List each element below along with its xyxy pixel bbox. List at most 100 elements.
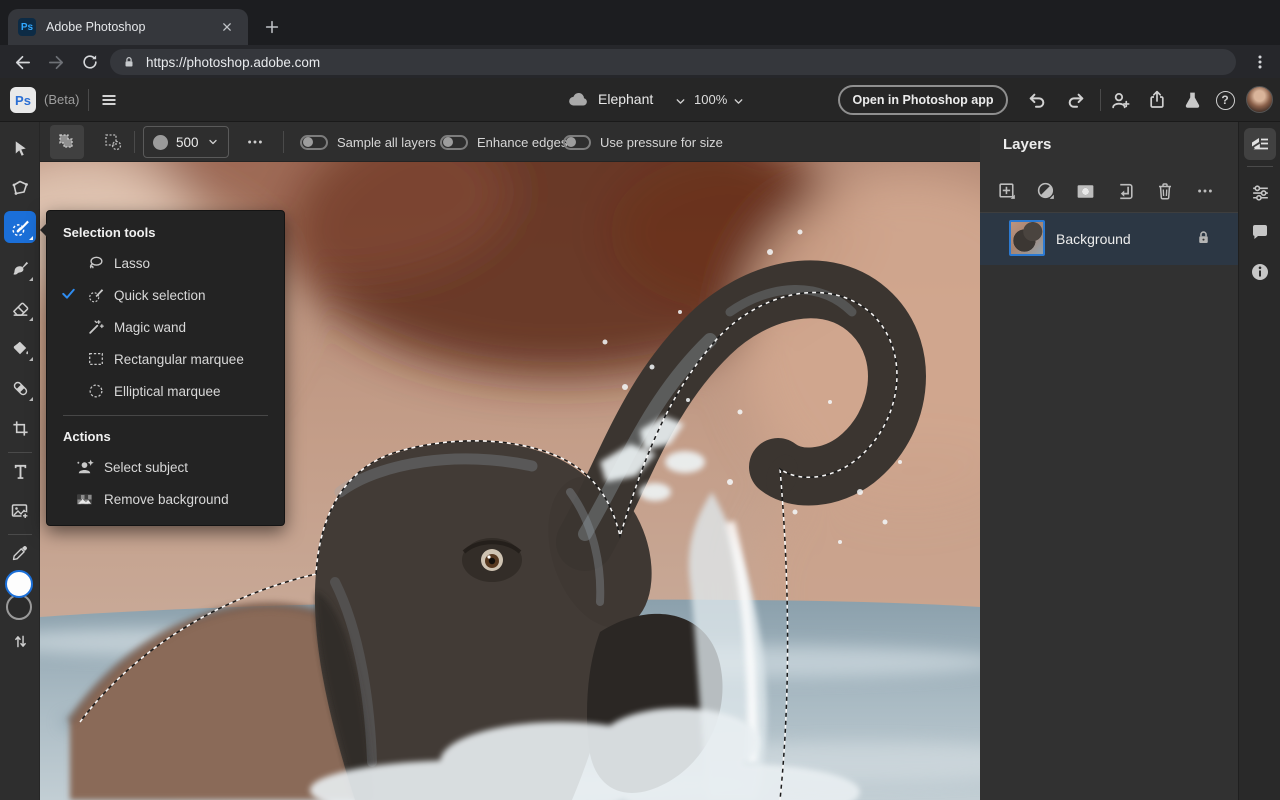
brush-tool[interactable] xyxy=(4,252,36,284)
document-name[interactable]: Elephant xyxy=(598,91,653,107)
hamburger-menu-icon[interactable] xyxy=(96,88,122,112)
document-chevron-icon[interactable] xyxy=(672,93,688,109)
cloud-document-icon xyxy=(566,89,590,111)
toggle-track[interactable] xyxy=(440,134,468,150)
layer-more-options-icon[interactable] xyxy=(1192,178,1218,204)
zoom-level[interactable]: 100% xyxy=(694,92,727,107)
undo-icon[interactable] xyxy=(1024,88,1048,112)
tab-close-icon[interactable] xyxy=(216,16,238,38)
crop-tool[interactable] xyxy=(4,412,36,444)
add-to-selection-icon[interactable] xyxy=(50,125,84,159)
delete-layer-icon[interactable] xyxy=(1152,178,1178,204)
menu-item-label: Select subject xyxy=(104,459,189,475)
use-pressure-toggle[interactable]: Use pressure for size xyxy=(563,122,723,162)
menu-item-label: Rectangular marquee xyxy=(114,351,244,367)
zoom-chevron-icon[interactable] xyxy=(730,93,746,109)
adjustment-layer-icon[interactable] xyxy=(1033,178,1059,204)
open-in-photoshop-app-button[interactable]: Open in Photoshop app xyxy=(838,85,1008,115)
eyedropper-tool[interactable] xyxy=(4,537,36,569)
menu-divider xyxy=(63,415,268,416)
healing-tool[interactable] xyxy=(4,372,36,404)
toolbar-divider xyxy=(8,452,32,453)
tool-bar xyxy=(0,122,40,800)
layers-panel: Layers Background xyxy=(980,122,1238,800)
more-options-icon[interactable] xyxy=(242,130,268,154)
menu-item-label: Quick selection xyxy=(114,287,206,303)
layer-lock-icon[interactable] xyxy=(1195,229,1212,251)
beta-label: (Beta) xyxy=(44,92,80,107)
adjustments-panel-tab[interactable] xyxy=(1244,176,1276,208)
layers-panel-title: Layers xyxy=(1003,136,1052,153)
subtract-from-selection-icon[interactable] xyxy=(96,125,130,159)
toolbar-divider xyxy=(8,534,32,535)
checkmark-icon xyxy=(61,286,77,304)
divider xyxy=(88,89,89,111)
tool-options-bar: 500 Sample all layers Enhance edges Use … xyxy=(40,122,980,162)
menu-item-label: Lasso xyxy=(114,255,151,271)
type-tool[interactable] xyxy=(4,455,36,487)
beta-flask-icon[interactable] xyxy=(1180,88,1204,112)
reload-icon[interactable] xyxy=(78,50,102,74)
photoshop-header: Ps (Beta) Elephant 100% Open in Photosho… xyxy=(0,78,1280,122)
toggle-label: Enhance edges xyxy=(477,134,568,150)
flyout-notch xyxy=(40,223,47,237)
rectangular-marquee-icon xyxy=(87,350,107,368)
rail-divider xyxy=(1247,166,1273,167)
brush-size-dropdown[interactable]: 500 xyxy=(143,126,229,158)
toggle-label: Use pressure for size xyxy=(600,134,723,150)
comments-panel-tab[interactable] xyxy=(1244,216,1276,248)
lock-icon xyxy=(125,57,133,67)
menu-item-lasso[interactable]: Lasso xyxy=(47,247,284,279)
toggle-track[interactable] xyxy=(300,134,328,150)
browser-address-bar: https://photoshop.adobe.com xyxy=(0,45,1280,78)
fill-tool[interactable] xyxy=(4,332,36,364)
lasso-tool[interactable] xyxy=(4,172,36,204)
layer-name: Background xyxy=(1056,231,1131,247)
brush-tip-preview xyxy=(153,134,168,150)
photoshop-favicon: Ps xyxy=(18,18,36,36)
selection-tools-flyout: Selection tools Lasso Quick selection Ma… xyxy=(40,210,285,526)
quick-selection-tool[interactable] xyxy=(4,211,36,243)
share-icon[interactable] xyxy=(1145,88,1169,112)
invite-people-icon[interactable] xyxy=(1108,88,1132,112)
brush-size-value: 500 xyxy=(176,134,199,150)
menu-item-remove-background[interactable]: Remove background xyxy=(47,483,284,515)
layer-row-background[interactable]: Background xyxy=(980,213,1238,265)
redo-icon[interactable] xyxy=(1064,88,1088,112)
layer-mask-icon[interactable] xyxy=(1072,178,1098,204)
toggle-track[interactable] xyxy=(563,134,591,150)
divider xyxy=(134,131,135,153)
sample-all-layers-toggle[interactable]: Sample all layers xyxy=(300,122,436,162)
menu-item-quick-selection[interactable]: Quick selection xyxy=(47,279,284,311)
layer-thumbnail[interactable] xyxy=(1009,220,1045,256)
browser-menu-icon[interactable] xyxy=(1248,50,1272,74)
layers-panel-tab[interactable] xyxy=(1244,128,1276,160)
eraser-tool[interactable] xyxy=(4,292,36,324)
place-image-tool[interactable] xyxy=(4,495,36,527)
back-icon[interactable] xyxy=(10,50,34,74)
menu-item-magic-wand[interactable]: Magic wand xyxy=(47,311,284,343)
new-tab-button[interactable] xyxy=(258,13,286,41)
forward-icon[interactable] xyxy=(44,50,68,74)
menu-item-elliptical-marquee[interactable]: Elliptical marquee xyxy=(47,375,284,407)
browser-tab[interactable]: Ps Adobe Photoshop xyxy=(8,9,248,45)
url-field[interactable]: https://photoshop.adobe.com xyxy=(110,49,1236,75)
user-avatar[interactable] xyxy=(1246,86,1273,113)
tool-flyout-indicator xyxy=(29,397,33,401)
foreground-color-swatch[interactable] xyxy=(5,570,33,598)
divider xyxy=(1100,89,1101,111)
toggle-knob xyxy=(443,137,453,147)
info-panel-tab[interactable] xyxy=(1244,256,1276,288)
toggle-knob xyxy=(303,137,313,147)
swap-colors-icon[interactable] xyxy=(4,625,36,657)
menu-item-select-subject[interactable]: Select subject xyxy=(47,451,284,483)
add-layer-icon[interactable] xyxy=(994,178,1020,204)
elliptical-marquee-icon xyxy=(87,382,107,400)
move-tool[interactable] xyxy=(4,132,36,164)
clipping-mask-icon[interactable] xyxy=(1112,178,1138,204)
menu-item-rectangular-marquee[interactable]: Rectangular marquee xyxy=(47,343,284,375)
tool-flyout-indicator xyxy=(29,236,33,240)
quick-selection-icon xyxy=(87,286,107,304)
enhance-edges-toggle[interactable]: Enhance edges xyxy=(440,122,567,162)
help-icon[interactable]: ? xyxy=(1213,88,1237,112)
